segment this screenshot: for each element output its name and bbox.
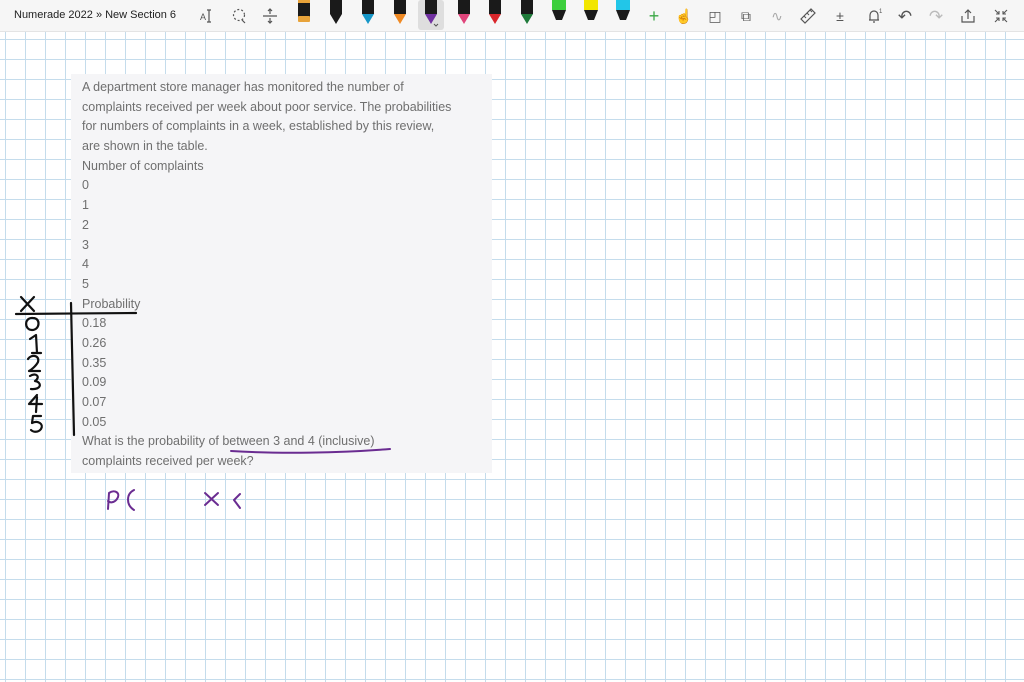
onenote-app: Numerade 2022 » New Section 6 A + ☝ ◰ ⧉ … [0, 0, 1024, 682]
highlighter-yellow[interactable] [578, 0, 604, 30]
ruler-shape-icon [800, 8, 816, 24]
intro-line-1: A department store manager has monitored… [82, 80, 404, 94]
p-value: 0.05 [82, 414, 107, 429]
x-value: 4 [82, 257, 89, 272]
table-header-complaints: Number of complaints [82, 158, 204, 173]
p-value: 0.09 [82, 375, 107, 390]
ink-to-math-icon[interactable]: ∿ [765, 4, 789, 28]
pen-orange[interactable] [387, 0, 413, 30]
redo-icon[interactable]: ↷ [924, 4, 948, 28]
ruler-icon[interactable] [796, 4, 820, 28]
bell-replay-icon: 1 [869, 9, 883, 23]
question-line-1: What is the probability of between 3 and… [82, 434, 375, 449]
pen-dark-green[interactable] [514, 0, 540, 30]
plus-icon[interactable]: + [642, 4, 666, 28]
pen-icon [458, 0, 470, 24]
svg-text:1: 1 [879, 9, 883, 15]
collapse-arrows-icon [994, 9, 1008, 23]
pen-icon [298, 0, 310, 22]
pen-icon [425, 0, 439, 27]
p-value: 0.35 [82, 355, 107, 370]
table-header-probability: Probability [82, 296, 141, 311]
x-value: 5 [82, 276, 89, 291]
intro-line-2: complaints received per week about poor … [82, 99, 452, 114]
p-value: 0.07 [82, 395, 107, 409]
text-mode-icon[interactable]: A [196, 4, 220, 28]
collapse-icon[interactable] [989, 4, 1013, 28]
pen-black-orange-tip[interactable] [291, 0, 317, 30]
x-value: 1 [82, 198, 89, 213]
touch-hand-icon[interactable]: ☝ [672, 4, 696, 28]
replay-icon[interactable]: 1 [862, 4, 886, 28]
toolbar: Numerade 2022 » New Section 6 A + ☝ ◰ ⧉ … [0, 0, 1024, 32]
question-line-2: complaints received per week? [82, 454, 254, 469]
math-icon[interactable]: ± [828, 4, 852, 28]
pen-purple-selected[interactable] [418, 0, 444, 30]
share-arrow-icon [961, 9, 975, 23]
highlighter-icon [616, 0, 630, 20]
x-value: 2 [82, 217, 89, 232]
lasso-select-icon [232, 8, 246, 24]
add-space-icon [263, 8, 277, 24]
p-value: 0.18 [82, 316, 107, 331]
pen-black[interactable] [323, 0, 349, 30]
pen-teal[interactable] [355, 0, 381, 30]
shapes-icon[interactable]: ◰ [703, 4, 727, 28]
text-cursor-icon: A [200, 9, 211, 23]
pen-icon [521, 0, 533, 24]
pen-pink[interactable] [451, 0, 477, 30]
x-value: 0 [82, 178, 89, 193]
pen-icon [330, 0, 342, 24]
lasso-icon[interactable] [227, 4, 251, 28]
highlighter-icon [584, 0, 598, 20]
problem-text-box[interactable]: A department store manager has monitored… [71, 74, 492, 473]
x-value: 3 [82, 237, 89, 252]
pen-icon [489, 0, 501, 24]
pen-icon [362, 0, 374, 24]
intro-line-4: are shown in the table. [82, 139, 208, 154]
highlighter-green[interactable] [546, 0, 572, 30]
svg-text:A: A [200, 12, 206, 22]
p-value: 0.26 [82, 335, 107, 350]
highlighter-cyan[interactable] [610, 0, 636, 30]
pen-icon [394, 0, 406, 24]
window-title: Numerade 2022 » New Section 6 [14, 9, 177, 21]
share-icon[interactable] [956, 4, 980, 28]
highlighter-icon [552, 0, 566, 20]
insert-space-icon[interactable] [258, 4, 282, 28]
pen-red[interactable] [482, 0, 508, 30]
intro-line-3: for numbers of complaints in a week, est… [82, 119, 435, 134]
undo-icon[interactable]: ↶ [893, 4, 917, 28]
ink-to-shape-icon[interactable]: ⧉ [734, 4, 758, 28]
